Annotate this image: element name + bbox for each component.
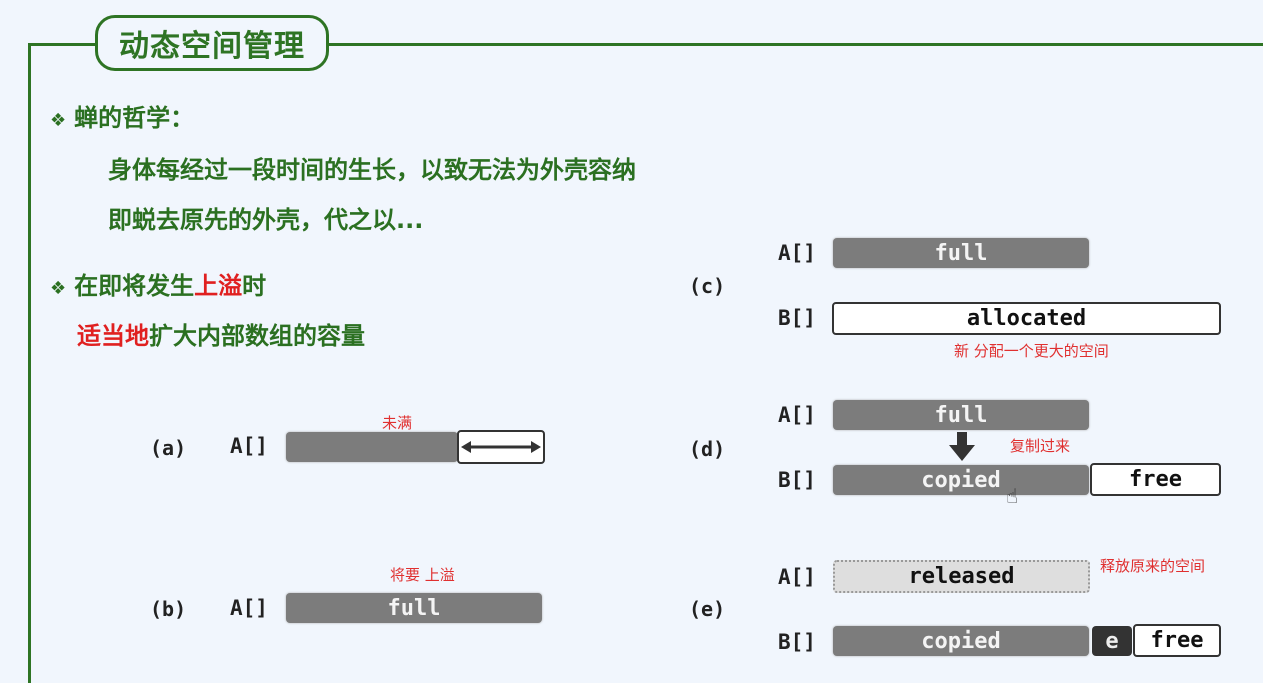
diagram-d-array-b: B[] xyxy=(778,468,816,492)
diagram-a-used-bar xyxy=(286,432,458,462)
double-arrow-icon xyxy=(461,441,541,453)
diagram-a-note: 未满 xyxy=(382,414,413,432)
diagram-b-label: (b) xyxy=(150,597,187,621)
diagram-c-bar-a: full xyxy=(833,238,1089,268)
diagram-d-array-a: A[] xyxy=(778,403,816,427)
diagram-b-array-name: A[] xyxy=(230,596,268,620)
bullet-1-line-2: 即蜕去原先的外壳，代之以... xyxy=(108,206,424,234)
diagram-d-bar-a: full xyxy=(833,400,1089,430)
diagram-e-free-bar: free xyxy=(1133,624,1221,657)
bullet-2-line: 适当地扩大内部数组的容量 xyxy=(77,322,365,350)
diamond-bullet-icon: ❖ xyxy=(50,110,67,131)
bullet-1-heading: ❖ 蝉的哲学： xyxy=(50,104,195,132)
diagram-e-bar-b: copied xyxy=(833,626,1089,656)
diagram-b-bar: full xyxy=(286,593,542,623)
diagram-d-note: 复制过来 xyxy=(1010,437,1071,455)
diagram-e-note: 释放原来的空间 xyxy=(1100,557,1206,575)
down-arrow-icon xyxy=(949,432,975,461)
diagram-a-free-bar xyxy=(457,430,545,464)
bullet-2-heading: ❖ 在即将发生上溢时 xyxy=(50,272,267,300)
diagram-a-array-name: A[] xyxy=(230,434,268,458)
diagram-e-bar-a: released xyxy=(833,560,1090,593)
diagram-e-array-b: B[] xyxy=(778,630,816,654)
diagram-e-label: (e) xyxy=(689,597,726,621)
diagram-a-label: (a) xyxy=(150,436,187,460)
bullet-1-line-1: 身体每经过一段时间的生长，以致无法为外壳容纳 xyxy=(108,156,636,184)
diagram-c-array-a: A[] xyxy=(778,241,816,265)
diagram-c-array-b: B[] xyxy=(778,306,816,330)
diagram-c-label: (c) xyxy=(689,274,726,298)
frame-left-line xyxy=(28,43,31,683)
diagram-d-free-bar: free xyxy=(1090,463,1221,496)
diagram-d-label: (d) xyxy=(689,437,726,461)
page-title: 动态空间管理 xyxy=(95,15,329,71)
diagram-e-array-a: A[] xyxy=(778,565,816,589)
diamond-bullet-icon: ❖ xyxy=(50,278,67,299)
diagram-d-bar-b: copied xyxy=(833,465,1089,495)
diagram-c-bar-b: allocated xyxy=(832,302,1221,335)
diagram-b-note: 将要 上溢 xyxy=(390,566,455,584)
hand-cursor-icon: ☝ xyxy=(1006,484,1019,508)
diagram-e-new-element: e xyxy=(1092,626,1132,656)
diagram-c-note: 新 分配一个更大的空间 xyxy=(954,342,1109,360)
